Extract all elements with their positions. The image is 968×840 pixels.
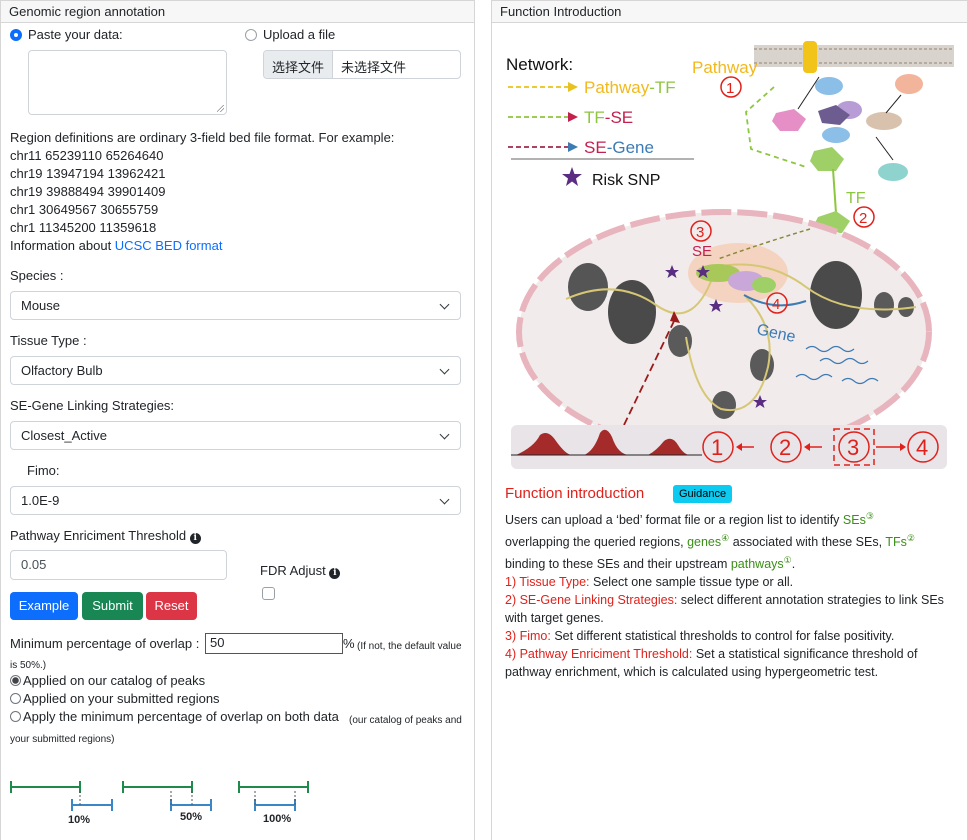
tf-label: TF [846, 190, 866, 207]
function-intro-paragraph: Users can upload a ‘bed’ format file or … [505, 507, 965, 681]
paste-data-label: Paste your data: [28, 27, 123, 42]
overlap-input[interactable]: 50 [205, 633, 343, 654]
overlap-fig-label: 50% [180, 811, 203, 823]
both-data-radio[interactable] [10, 711, 21, 722]
svg-text:3: 3 [696, 224, 704, 241]
se-label: SE [692, 243, 712, 260]
chevron-down-icon [439, 364, 450, 375]
legend-network-title: Network: [506, 55, 573, 74]
choose-file-button[interactable]: 选择文件 [264, 51, 334, 78]
catalog-peaks-radio[interactable] [10, 675, 21, 686]
panel-title: Function Introduction [492, 1, 967, 23]
bed-example-line: chr11 65239110 65264640 [10, 148, 164, 163]
bed-example-line: chr1 11345200 11359618 [10, 220, 157, 235]
intro-item: 3) Fimo: Set different statistical thres… [505, 629, 895, 644]
option-label: Applied on our catalog of peaks [23, 673, 206, 688]
species-value: Mouse [21, 298, 61, 313]
svg-text:1: 1 [711, 435, 723, 460]
bed-example-line: chr1 30649567 30655759 [10, 202, 159, 217]
ucsc-bed-format-link[interactable]: UCSC BED format [115, 238, 223, 253]
svg-text:2: 2 [859, 210, 867, 227]
submit-button[interactable]: Submit [82, 592, 143, 620]
svg-text:4: 4 [916, 435, 928, 460]
paste-data-radio[interactable] [10, 29, 22, 41]
fdr-adjust-row: FDR Adjust i [260, 562, 341, 580]
info-icon[interactable]: i [189, 533, 201, 544]
option-note: (our catalog of peaks and [349, 715, 462, 726]
legend-tf-se: TF-SE [584, 108, 633, 127]
overlap-fig-label: 10% [68, 814, 91, 826]
function-intro-title: Function introduction [505, 485, 645, 502]
svg-text:2: 2 [779, 435, 791, 460]
submitted-regions-radio[interactable] [10, 693, 21, 704]
overlap-fig-label: 100% [263, 813, 292, 825]
option-label: Applied on your submitted regions [23, 691, 220, 706]
chevron-down-icon [439, 429, 450, 440]
fimo-label: Fimo: [27, 463, 60, 478]
species-select[interactable]: Mouse [10, 291, 461, 320]
svg-text:4: 4 [772, 296, 780, 313]
linking-strategy-select[interactable]: Closest_Active [10, 421, 461, 450]
legend-se-gene: SE-Gene [584, 138, 654, 157]
upload-file-label: Upload a file [263, 27, 336, 42]
pathway-threshold-input[interactable]: 0.05 [10, 550, 227, 580]
bed-example-line: chr19 39888494 39901409 [10, 184, 166, 199]
bed-format-intro: Region definitions are ordinary 3-field … [10, 130, 395, 145]
paste-data-textarea[interactable] [28, 50, 227, 115]
bed-example-line: chr19 13947194 13962421 [10, 166, 166, 181]
panel-title: Genomic region annotation [1, 1, 474, 23]
fimo-select[interactable]: 1.0E-9 [10, 486, 461, 515]
info-icon[interactable]: i [329, 568, 341, 579]
legend-risk-snp: Risk SNP [592, 172, 660, 189]
risk-snp-star-icon [562, 167, 582, 186]
svg-text:3: 3 [847, 435, 859, 460]
guidance-button[interactable]: Guidance [673, 485, 733, 503]
fdr-adjust-label: FDR Adjust [260, 563, 326, 578]
pathway-threshold-label: Pathway Enriciment Threshold [10, 528, 187, 543]
intro-item-continued: with target genes. [505, 611, 604, 626]
bed-info-prefix: Information about [10, 238, 115, 253]
cell-membrane-icon [754, 41, 954, 73]
option-label: Apply the minimum percentage of overlap … [23, 709, 339, 724]
intro-item-continued: pathway enrichment, which is calculated … [505, 665, 879, 680]
species-label: Species : [10, 268, 64, 283]
chevron-down-icon [439, 299, 450, 310]
pathway-label: Pathway [692, 58, 758, 77]
linking-strategy-value: Closest_Active [21, 428, 107, 443]
function-intro-panel: Function Introduction Network: Pathway-T… [491, 0, 968, 840]
intro-item: 1) Tissue Type: Select one sample tissue… [505, 575, 794, 590]
svg-text:1: 1 [726, 80, 734, 97]
upload-file-radio[interactable] [245, 29, 257, 41]
reset-button[interactable]: Reset [146, 592, 197, 620]
chevron-down-icon [439, 494, 450, 505]
file-upload-input[interactable]: 选择文件 未选择文件 [263, 50, 461, 79]
legend-pathway-tf: Pathway-TF [584, 78, 676, 97]
overlap-note: is 50%.) [10, 660, 47, 671]
pathway-threshold-row: Pathway Enriciment Threshold i [10, 527, 201, 545]
genomic-region-panel: Genomic region annotation Paste your dat… [0, 0, 475, 840]
overlap-unit: % [343, 636, 355, 651]
file-status: 未选择文件 [341, 60, 407, 75]
linking-strategy-label: SE-Gene Linking Strategies: [10, 398, 175, 413]
fdr-adjust-checkbox[interactable] [261, 587, 275, 600]
network-diagram: Network: Pathway-TF TF-SE SE-Gene Risk S… [506, 41, 954, 469]
tissue-type-select[interactable]: Olfactory Bulb [10, 356, 461, 385]
fimo-value: 1.0E-9 [21, 493, 60, 508]
tissue-type-value: Olfactory Bulb [21, 363, 103, 378]
overlap-note: (If not, the default value [357, 641, 462, 652]
intro-item: 2) SE-Gene Linking Strategies: select di… [505, 593, 944, 608]
bed-info-line: Information about UCSC BED format [10, 237, 222, 255]
option-note: your submitted regions) [10, 734, 115, 745]
example-button[interactable]: Example [10, 592, 78, 620]
overlap-label: Minimum percentage of overlap : [10, 636, 200, 651]
tissue-type-label: Tissue Type : [10, 333, 87, 348]
intro-item: 4) Pathway Enriciment Threshold: Set a s… [505, 647, 918, 662]
